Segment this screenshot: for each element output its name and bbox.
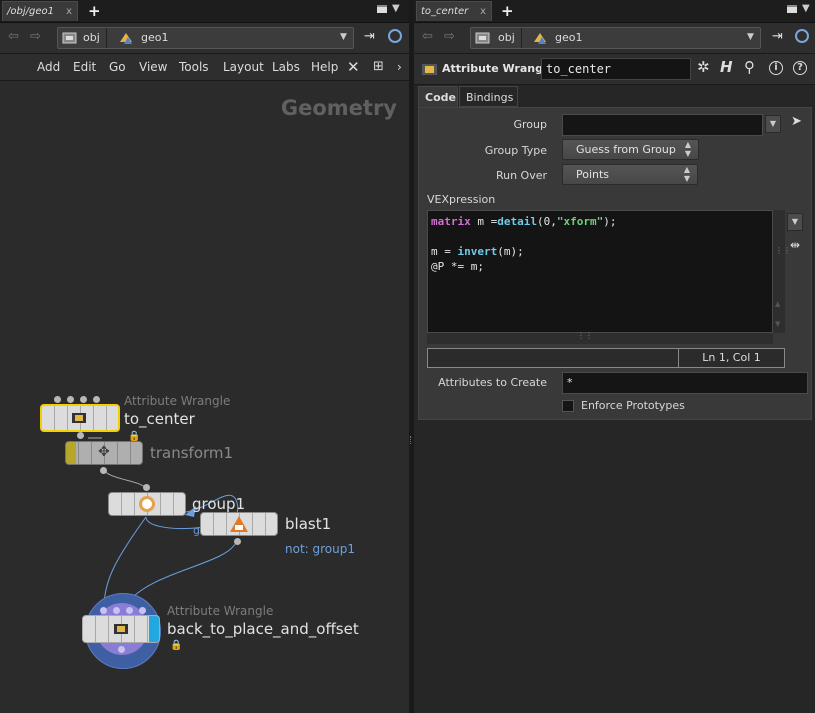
node-to-center-type: Attribute Wrangle — [124, 394, 231, 408]
attributes-to-create-field[interactable]: * — [562, 372, 808, 394]
group-label: Group — [513, 118, 548, 131]
input-connector[interactable] — [143, 484, 150, 491]
updown-arrow-icon: ▲ ▼ — [684, 140, 691, 158]
link-icon[interactable] — [795, 29, 809, 43]
node-back-to-place-and-offset[interactable] — [82, 615, 160, 643]
input-connector[interactable] — [67, 396, 74, 403]
scroll-up-icon[interactable]: ▲ — [775, 300, 780, 308]
group-type-menu[interactable]: Guess from Group ▲ ▼ — [562, 139, 699, 160]
tab-code[interactable]: Code — [418, 86, 458, 107]
scroll-grip: ⋮⋮ — [775, 246, 791, 255]
node-to-center-name[interactable]: to_center — [124, 410, 195, 428]
output-connector[interactable] — [77, 432, 84, 439]
help-icon[interactable]: ? — [793, 61, 807, 75]
info-icon[interactable]: i — [769, 61, 783, 75]
parameter-tab-bar: to_center x + ▼ — [414, 0, 815, 23]
gear-icon[interactable]: ✲ — [697, 58, 710, 76]
pane-menu-arrow-icon[interactable]: ▼ — [802, 3, 810, 14]
tab-to-center[interactable]: to_center x — [416, 1, 492, 21]
input-connector[interactable] — [54, 396, 61, 403]
updown-arrow-icon: ▲ ▼ — [683, 165, 690, 183]
path-dropdown-icon[interactable]: ▼ — [747, 32, 754, 42]
enforce-prototypes-label: Enforce Prototypes — [581, 399, 685, 412]
node-blast1-name[interactable]: blast1 — [285, 515, 331, 533]
output-connector[interactable] — [100, 467, 107, 474]
node-name-field[interactable]: to_center — [541, 58, 691, 80]
enforce-prototypes-checkbox[interactable] — [562, 400, 574, 412]
code-horizontal-scrollbar[interactable]: ⋮⋮ — [427, 331, 773, 344]
forward-arrow-icon[interactable]: ⇨ — [444, 29, 455, 44]
node-to-center[interactable] — [40, 404, 120, 432]
pin-icon[interactable]: ⇥ — [772, 29, 783, 44]
search-icon[interactable]: ⚲ — [744, 58, 755, 76]
node-group1-name[interactable]: group1 — [192, 495, 245, 513]
path-geo1[interactable]: geo1 — [555, 28, 582, 48]
code-line-4: @P *= m; — [431, 260, 484, 273]
code-line-1: matrix m =detail(0,"xform"); — [431, 215, 617, 228]
wrangle-node-icon — [422, 64, 437, 75]
lock-icon: 🔒 — [170, 640, 183, 651]
display-flag[interactable] — [66, 442, 76, 464]
run-over-menu[interactable]: Points ▲ ▼ — [562, 164, 698, 185]
parameter-nav-bar: ⇦ ⇨ obj geo1 ▼ ⇥ — [414, 23, 815, 54]
node-group1[interactable] — [108, 492, 186, 516]
node-back-type: Attribute Wrangle — [167, 604, 274, 618]
transform-icon: ✥ — [98, 444, 110, 460]
group-type-value: Guess from Group — [576, 143, 676, 156]
wrangle-icon — [72, 413, 86, 423]
group-icon — [139, 496, 155, 512]
code-line-3: m = invert(m); — [431, 245, 524, 258]
code-menu-button[interactable]: ▼ — [787, 213, 803, 231]
scroll-grip: ⋮⋮ — [577, 331, 593, 340]
cursor-position: Ln 1, Col 1 — [678, 349, 784, 367]
node-transform1[interactable]: ✥ — [65, 441, 143, 465]
parameter-pane: to_center x + ▼ ⇦ ⇨ obj geo1 ▼ ⇥ Attribu… — [414, 0, 815, 713]
run-over-label: Run Over — [495, 169, 547, 182]
group-type-label: Group Type — [484, 144, 547, 157]
render-flag[interactable] — [149, 616, 159, 642]
close-tab-icon[interactable]: x — [480, 2, 486, 22]
new-tab-button[interactable]: + — [501, 1, 514, 21]
path-separator — [511, 28, 522, 48]
parameter-header: Attribute Wrangle to_center ✲ H ⚲ i ? — [414, 54, 815, 85]
code-vertical-scrollbar[interactable]: ⋮⋮ ▲ ▼ — [773, 210, 791, 333]
node-type-label: Attribute Wrangle — [442, 62, 555, 75]
geo-node-icon — [532, 28, 548, 48]
code-tab-panel: Group ▼ ➤ Group Type Guess from Group ▲ ▼… — [418, 107, 812, 420]
help-h-icon[interactable]: H — [720, 58, 733, 76]
blast-icon — [230, 516, 248, 532]
vex-code-editor[interactable]: matrix m =detail(0,"xform"); m = invert(… — [427, 210, 773, 333]
node-blast1[interactable] — [200, 512, 278, 536]
select-arrow-icon[interactable]: ➤ — [791, 114, 802, 129]
group-field[interactable] — [562, 114, 763, 136]
tab-bindings[interactable]: Bindings — [459, 86, 518, 107]
group-dropdown-button[interactable]: ▼ — [765, 115, 781, 133]
code-tools-icon[interactable]: ⇹ — [790, 238, 800, 252]
attributes-to-create-label: Attributes to Create — [438, 376, 547, 389]
back-arrow-icon[interactable]: ⇦ — [422, 29, 433, 44]
input-connector[interactable] — [126, 607, 133, 614]
node-transform1-name[interactable]: transform1 — [150, 444, 233, 462]
output-connector[interactable] — [234, 538, 241, 545]
vexpression-label: VEXpression — [427, 193, 496, 206]
tab-label: to_center — [421, 6, 469, 17]
run-over-value: Points — [576, 168, 610, 181]
input-connector[interactable] — [80, 396, 87, 403]
input-connector[interactable] — [113, 607, 120, 614]
input-connector[interactable] — [139, 607, 146, 614]
scroll-down-icon[interactable]: ▼ — [775, 320, 780, 328]
code-status-bar: Ln 1, Col 1 — [427, 348, 785, 368]
pane-layout-icon[interactable] — [787, 5, 797, 13]
node-blast1-group-note: not: group1 — [285, 542, 355, 556]
obj-context-icon — [475, 28, 491, 48]
network-pane: /obj/geo1 x + ▼ ⇦ ⇨ obj geo1 ▼ ⇥ Add Edi… — [0, 0, 409, 713]
wrangle-icon — [114, 624, 128, 634]
input-connector[interactable] — [93, 396, 100, 403]
output-connector[interactable] — [118, 646, 125, 653]
path-bar[interactable]: obj geo1 ▼ — [470, 27, 761, 49]
input-connector[interactable] — [100, 607, 107, 614]
node-back-name[interactable]: back_to_place_and_offset — [167, 620, 359, 638]
